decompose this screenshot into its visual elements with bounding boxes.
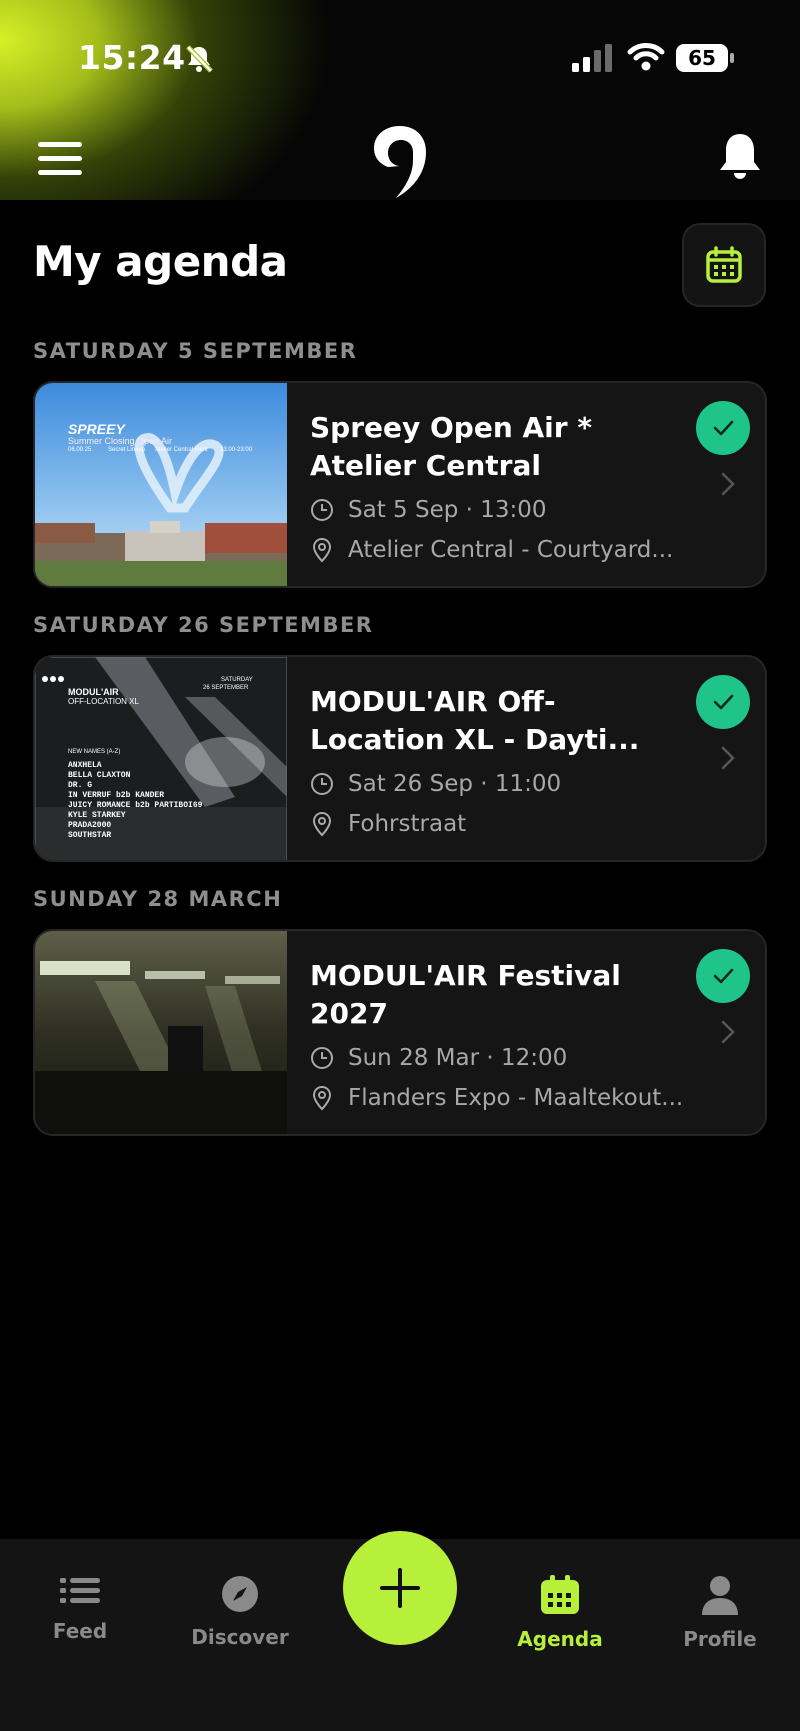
agenda-date-header: SUNDAY 28 MARCH (33, 887, 283, 911)
event-title-line: MODUL'AIR Off- (310, 685, 556, 718)
poster-artist: DR. G (68, 781, 93, 790)
event-thumbnail (35, 931, 287, 1134)
cellular-signal-icon (572, 44, 612, 72)
calendar-view-button[interactable] (682, 223, 766, 307)
app-navbar (0, 110, 800, 200)
poster-subtitle: Summer Closing Open Air (68, 436, 173, 446)
clock-icon (311, 1047, 333, 1069)
page-title: My agenda (33, 237, 288, 286)
tab-discover[interactable]: Discover (170, 1575, 310, 1649)
poster-lineup: Secret Lineup (108, 447, 146, 453)
event-card[interactable]: MODUL'AIR OFF-LOCATION XL SATURDAY 26 SE… (33, 655, 767, 862)
poster-date: 06.09.25 (68, 447, 92, 453)
agenda-date-header: SATURDAY 26 SEPTEMBER (33, 613, 374, 637)
attending-check-icon[interactable] (696, 401, 750, 455)
poster-artist: ANXHELA (68, 761, 102, 770)
wifi-icon (627, 43, 665, 71)
poster-subtitle: OFF-LOCATION XL (68, 697, 139, 706)
tab-label: Profile (683, 1627, 757, 1651)
tab-label: Agenda (517, 1627, 603, 1651)
poster-heading: NEW NAMES (A-Z) (68, 749, 121, 755)
poster-artist: PRADA2000 (68, 821, 112, 830)
list-icon (60, 1578, 100, 1603)
event-thumbnail: SPREEY Summer Closing Open Air 06.09.25 … (35, 383, 287, 586)
tab-label: Feed (52, 1619, 108, 1643)
event-location-text: Atelier Central - Courtyard... (348, 537, 674, 563)
chevron-right-icon[interactable] (720, 471, 736, 497)
event-location: Flanders Expo - Maaltekout... (310, 1085, 683, 1111)
battery-level: 65 (688, 46, 716, 70)
event-title-line: MODUL'AIR Festival (310, 959, 621, 992)
event-location-text: Fohrstraat (348, 811, 467, 837)
add-event-button[interactable] (343, 1531, 457, 1645)
location-pin-icon (312, 811, 332, 837)
app-logo (374, 126, 426, 198)
event-card[interactable]: SPREEY Summer Closing Open Air 06.09.25 … (33, 381, 767, 588)
tab-profile[interactable]: Profile (650, 1575, 790, 1651)
menu-button[interactable] (38, 142, 84, 176)
poster-artist: SOUTHSTAR (68, 831, 112, 840)
event-datetime: Sat 26 Sep · 11:00 (310, 771, 561, 797)
event-title-line: Location XL - Dayti... (310, 723, 640, 756)
event-datetime-text: Sat 5 Sep · 13:00 (348, 497, 547, 523)
event-location: Fohrstraat (310, 811, 466, 837)
event-location-text: Flanders Expo - Maaltekout... (348, 1085, 684, 1111)
event-datetime-text: Sun 28 Mar · 12:00 (348, 1045, 568, 1071)
event-title: MODUL'AIR Off- Location XL - Dayti... (310, 683, 680, 759)
poster-venue: Atelier Central Gent (155, 447, 208, 453)
tab-label: Discover (191, 1625, 289, 1649)
status-bar: 15:24 65 (0, 0, 800, 110)
clock-icon (311, 773, 333, 795)
event-location: Atelier Central - Courtyard... (310, 537, 673, 563)
poster-brand: SPREEY (68, 421, 125, 437)
chevron-right-icon[interactable] (720, 745, 736, 771)
tab-agenda[interactable]: Agenda (490, 1575, 630, 1651)
attending-check-icon[interactable] (696, 675, 750, 729)
event-datetime: Sat 5 Sep · 13:00 (310, 497, 547, 523)
event-title-line: Atelier Central (310, 449, 541, 482)
poster-artist: JUICY ROMANCE b2b PARTIBOI69 (68, 801, 203, 810)
location-pin-icon (312, 537, 332, 563)
compass-icon (222, 1576, 258, 1612)
tab-feed[interactable]: Feed (10, 1575, 150, 1643)
plus-icon (380, 1568, 420, 1608)
attending-check-icon[interactable] (696, 949, 750, 1003)
event-card[interactable]: MODUL'AIR Festival 2027 Sun 28 Mar · 12:… (33, 929, 767, 1136)
calendar-icon (706, 246, 742, 283)
notifications-bell-icon[interactable] (718, 132, 762, 180)
poster-brand: MODUL'AIR (68, 687, 119, 697)
event-title: Spreey Open Air * Atelier Central (310, 409, 680, 485)
event-datetime-text: Sat 26 Sep · 11:00 (348, 771, 562, 797)
poster-lineup: ANXHELA BELLA CLAXTON DR. G IN VERRUF b2… (68, 761, 202, 841)
poster-artist: KYLE STARKEY (68, 811, 126, 820)
event-title-line: 2027 (310, 997, 388, 1030)
event-thumbnail: MODUL'AIR OFF-LOCATION XL SATURDAY 26 SE… (35, 657, 287, 860)
event-datetime: Sun 28 Mar · 12:00 (310, 1045, 567, 1071)
chevron-right-icon[interactable] (720, 1019, 736, 1045)
event-title: MODUL'AIR Festival 2027 (310, 957, 680, 1033)
event-title-line: Spreey Open Air * (310, 411, 592, 444)
silent-mode-icon (186, 45, 213, 73)
status-time: 15:24 (78, 38, 186, 77)
poster-artist: IN VERRUF b2b KANDER (68, 791, 165, 800)
poster-day: SATURDAY (221, 677, 253, 683)
poster-date: 26 SEPTEMBER (203, 685, 249, 691)
calendar-icon (541, 1575, 579, 1614)
poster-hours: 13:00-23:00 (220, 447, 253, 453)
clock-icon (311, 499, 333, 521)
poster-artist: BELLA CLAXTON (68, 771, 131, 780)
agenda-date-header: SATURDAY 5 SEPTEMBER (33, 339, 358, 363)
user-icon (702, 1576, 738, 1615)
location-pin-icon (312, 1085, 332, 1111)
